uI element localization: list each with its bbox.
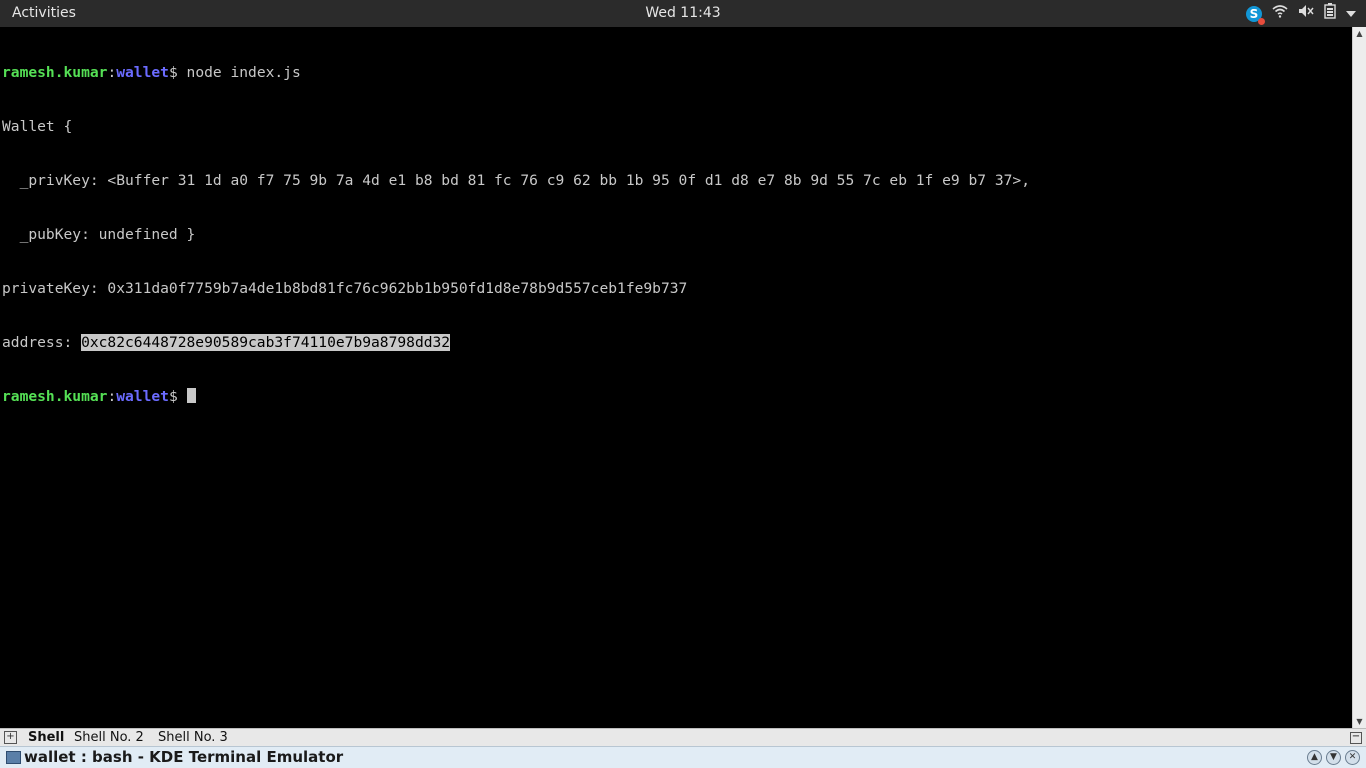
scroll-up-arrow-icon[interactable]: ▲: [1353, 27, 1366, 40]
text-cursor: [186, 388, 196, 403]
tab-shell-2[interactable]: Shell No. 2: [74, 730, 144, 745]
clock[interactable]: Wed 11:43: [0, 5, 1366, 21]
selected-address[interactable]: 0xc82c6448728e90589cab3f74110e7b9a8798dd…: [81, 334, 451, 351]
prompt-dir: wallet: [116, 64, 169, 81]
output-line: _pubKey: undefined }: [2, 226, 196, 243]
prompt-sep: :: [107, 64, 117, 81]
battery-icon[interactable]: [1324, 3, 1336, 25]
keep-above-icon[interactable]: ▲: [1307, 750, 1322, 765]
scrollbar[interactable]: ▲ ▼: [1352, 27, 1366, 728]
dropdown-arrow-icon[interactable]: [1346, 4, 1356, 24]
minimize-icon[interactable]: ▼: [1326, 750, 1341, 765]
terminal-app-icon: [6, 751, 21, 764]
output-line: Wallet {: [2, 118, 73, 135]
terminal-line-prompt: ramesh.kumar:wallet$: [2, 388, 1030, 406]
notification-dot: [1258, 18, 1265, 25]
tab-shell-3[interactable]: Shell No. 3: [158, 730, 228, 745]
wifi-icon[interactable]: [1272, 4, 1288, 24]
prompt-symbol: $: [168, 388, 187, 405]
new-tab-icon[interactable]: +: [4, 731, 17, 744]
window-buttons: ▲ ▼ ✕: [1307, 750, 1360, 765]
system-tray: S: [1246, 3, 1356, 25]
prompt-symbol: $: [168, 64, 187, 81]
terminal-line-command: ramesh.kumar:wallet$ node index.js: [2, 64, 1030, 82]
window-title: wallet : bash - KDE Terminal Emulator: [24, 748, 344, 766]
output-line-address: address: 0xc82c6448728e90589cab3f74110e7…: [2, 334, 1030, 352]
terminal-view[interactable]: ramesh.kumar:wallet$ node index.js Walle…: [0, 27, 1352, 728]
command-text: node index.js: [186, 64, 301, 81]
volume-muted-icon[interactable]: [1298, 4, 1314, 24]
terminal-output: ramesh.kumar:wallet$ node index.js Walle…: [2, 28, 1030, 442]
address-label: address:: [2, 334, 82, 351]
scroll-track[interactable]: [1354, 41, 1364, 401]
tab-bar: + Shell Shell No. 2 Shell No. 3 −: [0, 728, 1366, 746]
output-line: _privKey: <Buffer 31 1d a0 f7 75 9b 7a 4…: [2, 172, 1030, 189]
prompt-sep: :: [107, 388, 117, 405]
close-icon[interactable]: ✕: [1345, 750, 1360, 765]
scroll-down-arrow-icon[interactable]: ▼: [1353, 715, 1366, 728]
prompt-dir: wallet: [116, 388, 169, 405]
window-title-bar[interactable]: wallet : bash - KDE Terminal Emulator ▲ …: [0, 746, 1366, 768]
prompt-user: ramesh.kumar: [2, 64, 108, 81]
close-tab-icon[interactable]: −: [1350, 732, 1362, 744]
tab-shell[interactable]: Shell: [28, 730, 64, 745]
top-panel: Activities Wed 11:43 S: [0, 0, 1366, 27]
output-line: privateKey: 0x311da0f7759b7a4de1b8bd81fc…: [2, 280, 688, 297]
skype-icon[interactable]: S: [1246, 6, 1265, 25]
prompt-user: ramesh.kumar: [2, 388, 108, 405]
